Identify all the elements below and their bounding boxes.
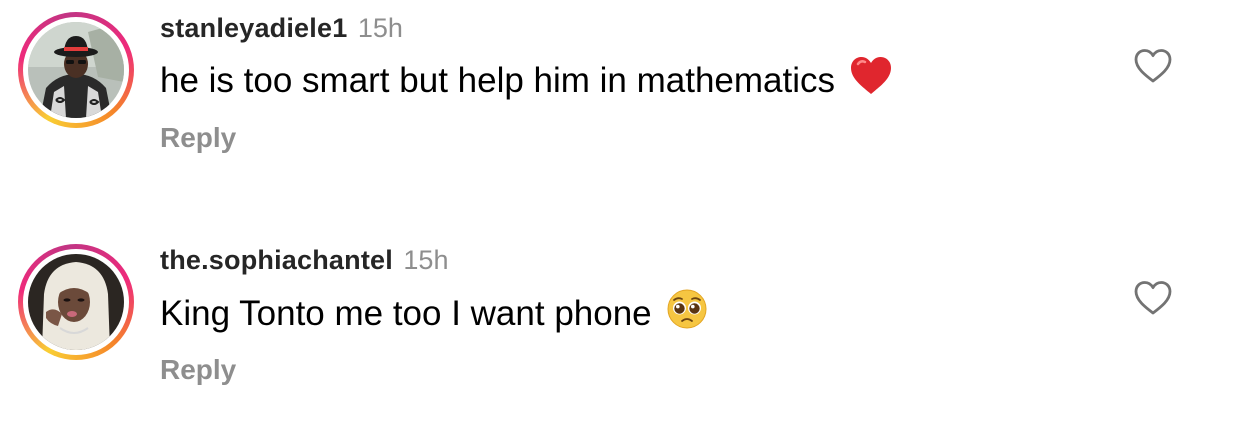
username[interactable]: the.sophiachantel — [160, 245, 393, 275]
comment-body: he is too smart but help him in mathemat… — [160, 60, 836, 100]
comment-body: King Tonto me too I want phone — [160, 293, 652, 333]
avatar[interactable] — [28, 254, 124, 350]
red-heart-emoji-icon — [849, 56, 893, 105]
heart-outline-icon[interactable] — [1133, 280, 1173, 316]
timestamp: 15h — [403, 245, 449, 275]
username[interactable]: stanleyadiele1 — [160, 13, 347, 43]
comment-item: stanleyadiele1 15h he is too smart but h… — [0, 0, 1242, 200]
avatar-story-ring[interactable] — [18, 12, 134, 128]
avatar-ring-gap — [23, 17, 129, 123]
comment-text: King Tonto me too I want phone — [160, 288, 708, 339]
timestamp: 15h — [357, 13, 403, 43]
heart-outline-icon[interactable] — [1133, 48, 1173, 84]
avatar[interactable] — [28, 22, 124, 118]
comment-meta: stanleyadiele1 15h — [160, 13, 403, 47]
comment-meta: the.sophiachantel 15h — [160, 245, 448, 279]
comment-text: he is too smart but help him in mathemat… — [160, 56, 893, 105]
pleading-face-emoji-icon — [666, 288, 708, 339]
avatar-ring-gap — [23, 249, 129, 355]
reply-button[interactable]: Reply — [160, 354, 236, 386]
avatar-story-ring[interactable] — [18, 244, 134, 360]
reply-button[interactable]: Reply — [160, 122, 236, 154]
comment-item: the.sophiachantel 15h King Tonto me too … — [0, 232, 1242, 432]
